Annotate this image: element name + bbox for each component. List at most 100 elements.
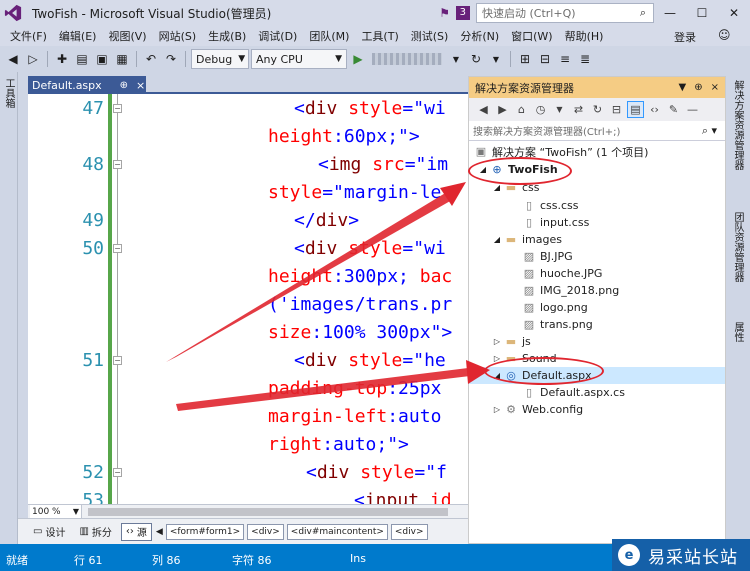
comment-icon[interactable]: ≡ bbox=[556, 50, 574, 68]
search-icon[interactable]: ⌕ bbox=[633, 6, 653, 20]
code-line: <div style="wi bbox=[294, 98, 446, 119]
collapse-arrow-icon[interactable]: ▷ bbox=[491, 337, 503, 346]
split-view-button[interactable]: ▥ 拆分 bbox=[74, 523, 116, 541]
configuration-select[interactable]: Debug ▼ bbox=[191, 49, 249, 69]
chevron-down-icon[interactable]: ▼ bbox=[679, 82, 687, 93]
tree-item-image[interactable]: ▨ logo.png bbox=[469, 299, 725, 316]
tree-item-image[interactable]: ▨ IMG_2018.png bbox=[469, 282, 725, 299]
platform-select[interactable]: Any CPU ▼ bbox=[251, 49, 347, 69]
menu-tools[interactable]: 工具(T) bbox=[355, 28, 404, 44]
quick-launch-input[interactable]: 快速启动 (Ctrl+Q) ⌕ bbox=[476, 3, 654, 23]
show-all-files-icon[interactable]: ▤ bbox=[627, 101, 644, 118]
forward-icon[interactable]: ▶ bbox=[494, 101, 511, 118]
collapse-arrow-icon[interactable]: ▷ bbox=[491, 405, 503, 414]
notification-count[interactable]: 3 bbox=[455, 6, 470, 20]
code-editor[interactable]: 47 48 49 50 51 52 53 − − − − − <div styl… bbox=[28, 94, 468, 504]
sync-icon[interactable]: ⇄ bbox=[570, 101, 587, 118]
bookmark-icon[interactable]: ⊟ bbox=[536, 50, 554, 68]
tree-item-js-folder[interactable]: ▷ ▬ js bbox=[469, 333, 725, 350]
collapse-icon[interactable]: − bbox=[113, 356, 122, 365]
login-link[interactable]: 登录 bbox=[674, 29, 696, 45]
tree-item-web-config[interactable]: ▷ ⚙ Web.config bbox=[469, 401, 725, 418]
close-icon[interactable]: × bbox=[711, 82, 719, 93]
solution-search-input[interactable]: 搜索解决方案资源管理器(Ctrl+;) ⌕ ▾ bbox=[469, 121, 725, 141]
home-icon[interactable]: ⌂ bbox=[513, 101, 530, 118]
watermark-logo-icon: e bbox=[618, 544, 640, 566]
history-icon[interactable]: ◷ bbox=[532, 101, 549, 118]
start-debugging-icon[interactable]: ▶ bbox=[349, 50, 367, 68]
open-file-icon[interactable]: ▤ bbox=[73, 50, 91, 68]
properties-side-tab[interactable]: 属性 bbox=[731, 322, 745, 342]
close-button[interactable]: ✕ bbox=[718, 0, 750, 26]
collapse-icon[interactable]: − bbox=[113, 468, 122, 477]
forward-icon[interactable]: ▷ bbox=[24, 50, 42, 68]
tree-item-image[interactable]: ▨ BJ.JPG bbox=[469, 248, 725, 265]
notification-flag-icon[interactable]: ⚑ bbox=[436, 4, 454, 22]
pin-icon[interactable]: ⊞ bbox=[516, 50, 534, 68]
horizontal-scrollbar[interactable] bbox=[88, 508, 448, 516]
menu-website[interactable]: 网站(S) bbox=[153, 28, 203, 44]
redo-icon[interactable]: ↷ bbox=[162, 50, 180, 68]
line-number: 52 bbox=[82, 462, 104, 483]
pin-icon[interactable]: ⊕ bbox=[120, 80, 128, 91]
collapse-icon[interactable]: − bbox=[113, 104, 122, 113]
team-explorer-side-tab[interactable]: 团队资源管理器 bbox=[731, 212, 745, 282]
design-view-button[interactable]: ▭ 设计 bbox=[28, 523, 70, 541]
chevron-down-icon[interactable]: ▼ bbox=[487, 50, 505, 68]
menu-edit[interactable]: 编辑(E) bbox=[53, 28, 103, 44]
undo-icon[interactable]: ↶ bbox=[142, 50, 160, 68]
breadcrumb-maincontent[interactable]: <div#maincontent> bbox=[286, 523, 388, 540]
refresh-icon[interactable]: ↻ bbox=[467, 50, 485, 68]
uncomment-icon[interactable]: ≣ bbox=[576, 50, 594, 68]
preview-icon[interactable]: — bbox=[684, 101, 701, 118]
collapse-all-icon[interactable]: ⊟ bbox=[608, 101, 625, 118]
source-view-button[interactable]: ‹› 源 bbox=[120, 522, 152, 541]
expand-arrow-icon[interactable]: ◢ bbox=[491, 235, 503, 244]
platform-value: Any CPU bbox=[256, 52, 303, 66]
breadcrumb-form[interactable]: <form#form1> bbox=[165, 523, 245, 540]
expand-arrow-icon[interactable]: ◢ bbox=[491, 183, 503, 192]
breadcrumb-div-inner[interactable]: <div> bbox=[390, 523, 428, 540]
menu-analyze[interactable]: 分析(N) bbox=[454, 28, 505, 44]
save-all-icon[interactable]: ▦ bbox=[113, 50, 131, 68]
tree-item-image[interactable]: ▨ huoche.JPG bbox=[469, 265, 725, 282]
collapse-icon[interactable]: − bbox=[113, 244, 122, 253]
menu-build[interactable]: 生成(B) bbox=[202, 28, 252, 44]
view-code-icon[interactable]: ‹› bbox=[646, 101, 663, 118]
breadcrumb-div[interactable]: <div> bbox=[247, 523, 284, 540]
back-icon[interactable]: ◀ bbox=[4, 50, 22, 68]
tree-item-images-folder[interactable]: ◢ ▬ images bbox=[469, 231, 725, 248]
feedback-icon[interactable]: ☺ bbox=[718, 28, 731, 42]
properties-icon[interactable]: ✎ bbox=[665, 101, 682, 118]
menu-view[interactable]: 视图(V) bbox=[102, 28, 152, 44]
tree-item-input-file[interactable]: ▯ input.css bbox=[469, 214, 725, 231]
save-icon[interactable]: ▣ bbox=[93, 50, 111, 68]
back-icon[interactable]: ◀ bbox=[475, 101, 492, 118]
minimize-button[interactable]: — bbox=[654, 0, 686, 26]
solution-explorer-side-tab[interactable]: 解决方案资源管理器 bbox=[731, 80, 745, 170]
search-icon[interactable]: ⌕ ▾ bbox=[702, 124, 725, 138]
pin-icon[interactable]: ⊕ bbox=[694, 82, 702, 93]
menu-help[interactable]: 帮助(H) bbox=[559, 28, 610, 44]
tree-item-css-file[interactable]: ▯ css.css bbox=[469, 197, 725, 214]
menu-test[interactable]: 测试(S) bbox=[405, 28, 455, 44]
breadcrumb-left-icon[interactable]: ◀ bbox=[156, 527, 163, 537]
tree-item-image[interactable]: ▨ trans.png bbox=[469, 316, 725, 333]
tree-item-default-cs[interactable]: ▯ Default.aspx.cs bbox=[469, 384, 725, 401]
refresh-icon[interactable]: ↻ bbox=[589, 101, 606, 118]
chevron-down-icon[interactable]: ▼ bbox=[551, 101, 568, 118]
code-line: height:60px;"> bbox=[268, 126, 420, 147]
menu-window[interactable]: 窗口(W) bbox=[505, 28, 558, 44]
menu-debug[interactable]: 调试(D) bbox=[252, 28, 303, 44]
menu-team[interactable]: 团队(M) bbox=[303, 28, 355, 44]
new-project-icon[interactable]: ✚ bbox=[53, 50, 71, 68]
run-target-blurred[interactable] bbox=[372, 53, 442, 65]
menu-file[interactable]: 文件(F) bbox=[4, 28, 53, 44]
zoom-select[interactable]: 100 % ▼ bbox=[30, 505, 82, 518]
chevron-down-icon[interactable]: ▼ bbox=[447, 50, 465, 68]
collapse-icon[interactable]: − bbox=[113, 160, 122, 169]
toolbox-tab[interactable]: 工具箱 bbox=[2, 78, 16, 108]
maximize-button[interactable]: ☐ bbox=[686, 0, 718, 26]
code-line: </div> bbox=[294, 210, 360, 231]
close-icon[interactable]: × bbox=[136, 79, 145, 92]
